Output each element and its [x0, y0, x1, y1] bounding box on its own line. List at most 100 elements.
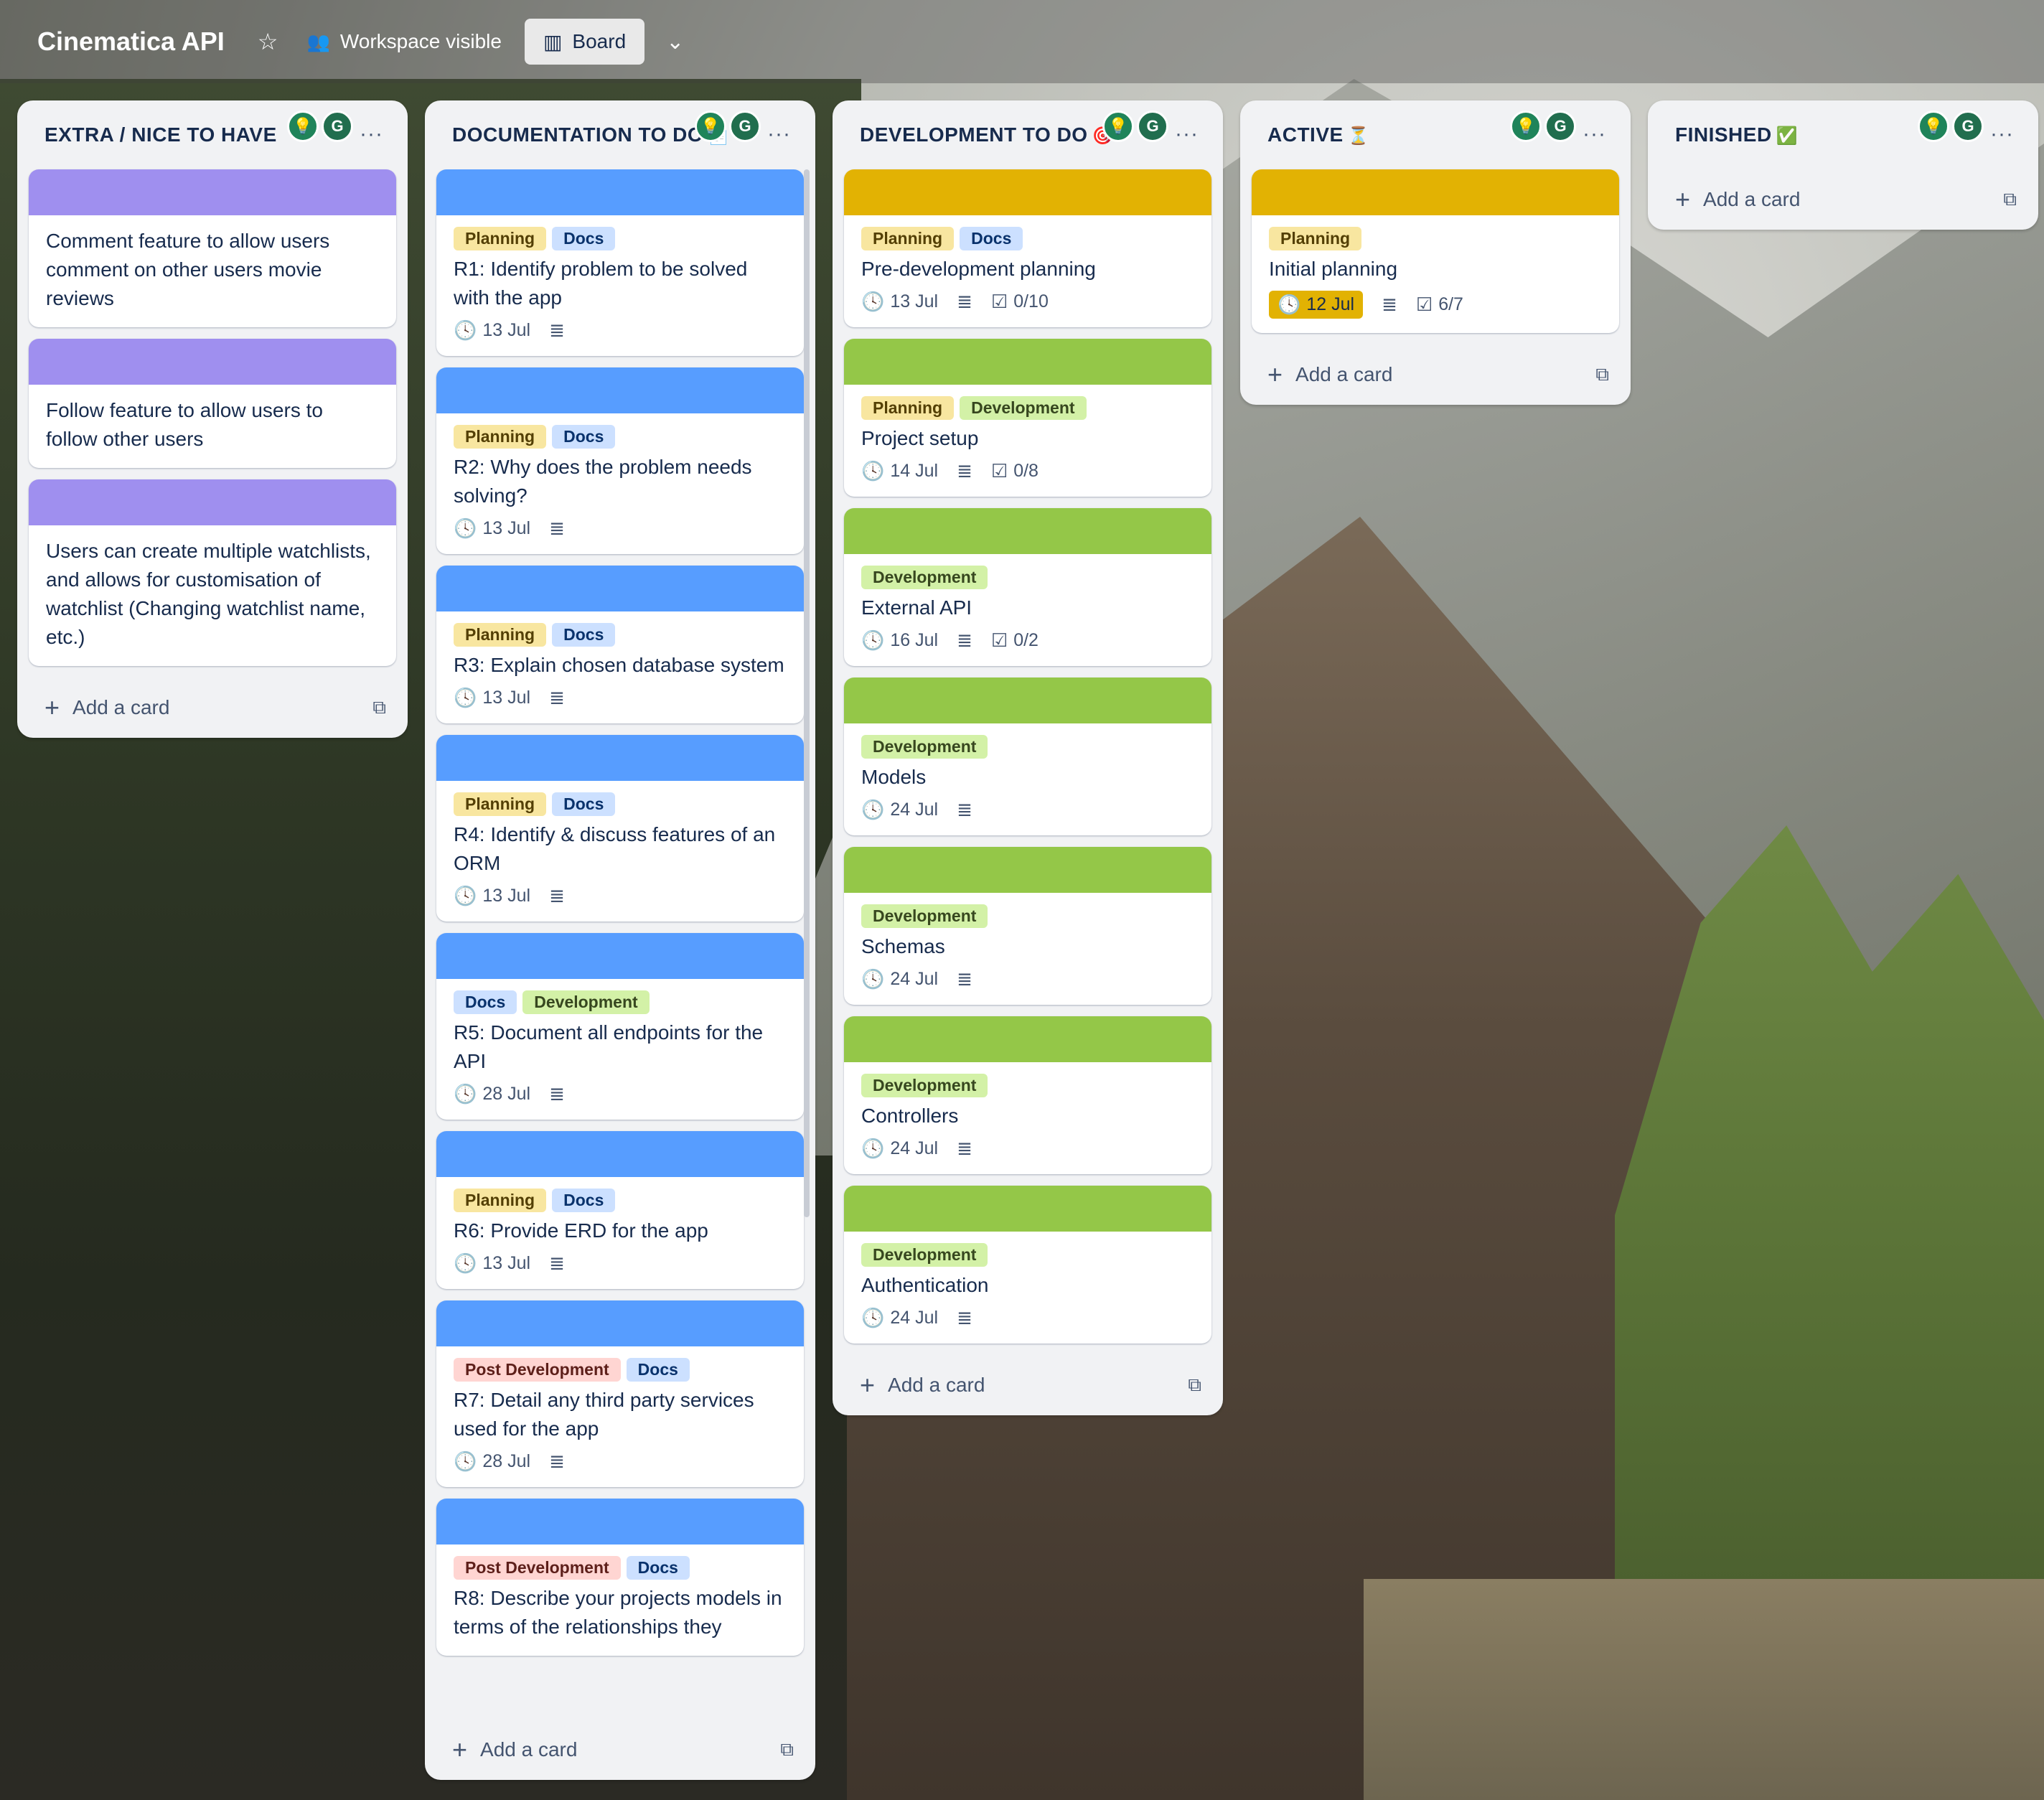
card[interactable]: Post Development Docs R7: Detail any third… [436, 1300, 804, 1487]
card[interactable]: Planning Docs Pre-development planning 🕓 13 … [844, 169, 1211, 327]
board-view-button[interactable]: ▥ Board [524, 19, 645, 65]
card[interactable]: Planning Docs R2: Why does the problem nee… [436, 367, 804, 554]
template-icon[interactable]: ⧉ [1188, 1374, 1201, 1397]
card-label[interactable]: Planning [454, 792, 547, 816]
card-cover [844, 1186, 1211, 1232]
card[interactable]: Planning Docs R4: Identify & discuss featu… [436, 735, 804, 922]
card[interactable]: Development Authentication 🕓 24 Jul ≣ [844, 1186, 1211, 1344]
card-label[interactable]: Development [861, 566, 988, 589]
card-label[interactable]: Planning [861, 227, 955, 250]
avatar[interactable]: G [322, 111, 353, 142]
card-title: Pre-development planning [861, 258, 1096, 280]
template-icon[interactable]: ⧉ [372, 696, 386, 719]
avatar[interactable]: G [1544, 111, 1576, 142]
card-label[interactable]: Post Development [454, 1358, 621, 1382]
card-label[interactable]: Docs [552, 1189, 616, 1212]
card-label[interactable]: Planning [454, 227, 547, 250]
card[interactable]: Post Development Docs R8: Describe your pr… [436, 1499, 804, 1656]
card[interactable]: Planning Development Project setup 🕓 14 Jul ≣… [844, 339, 1211, 497]
list-title[interactable]: FINISHED ✅ [1675, 123, 1798, 146]
list-title[interactable]: ACTIVE ⏳ [1267, 123, 1369, 146]
due-date-badge[interactable]: 🕓 24 Jul [861, 1138, 938, 1160]
card[interactable]: Planning Docs R6: Provide ERD for the app 🕓… [436, 1131, 804, 1289]
card-badges: 🕓 13 Jul ≣ [454, 319, 787, 342]
card[interactable]: Development Controllers 🕓 24 Jul ≣ [844, 1016, 1211, 1174]
card-label[interactable]: Planning [454, 425, 547, 449]
card[interactable]: Users can create multiple watchlists, an… [29, 479, 396, 666]
due-date-badge[interactable]: 🕓 14 Jul [861, 460, 938, 482]
due-date-badge[interactable]: 🕓 24 Jul [861, 1307, 938, 1329]
card-label[interactable]: Docs [626, 1358, 690, 1382]
due-date-badge[interactable]: 🕓 13 Jul [454, 319, 530, 342]
card-label[interactable]: Docs [552, 425, 616, 449]
card-label[interactable]: Planning [454, 1189, 547, 1212]
template-icon[interactable]: ⧉ [2003, 188, 2017, 211]
due-date-badge[interactable]: 🕓 13 Jul [454, 1252, 530, 1275]
add-card-button[interactable]: + Add a card ⧉ [17, 678, 408, 738]
due-date-badge[interactable]: 🕓 13 Jul [454, 885, 530, 907]
card-label[interactable]: Planning [454, 623, 547, 647]
list-menu-icon[interactable]: ··· [360, 122, 383, 146]
list-title[interactable]: DEVELOPMENT TO DO 🎯 [860, 123, 1114, 146]
card-label[interactable]: Development [861, 1074, 988, 1097]
template-icon[interactable]: ⧉ [1595, 363, 1609, 386]
add-card-button[interactable]: + Add a card ⧉ [833, 1355, 1223, 1415]
list-title[interactable]: EXTRA / NICE TO HAVE [44, 123, 277, 146]
list-menu-icon[interactable]: ··· [1990, 122, 2014, 146]
list-menu-icon[interactable]: ··· [1583, 122, 1606, 146]
card-label[interactable]: Development [522, 990, 650, 1014]
add-card-button[interactable]: + Add a card ⧉ [1240, 344, 1631, 405]
card-label[interactable]: Development [861, 904, 988, 928]
due-date-badge[interactable]: 🕓 24 Jul [861, 968, 938, 990]
card-list: Planning Initial planning 🕓 12 Jul ≣ ☑ 6/7 [1240, 169, 1631, 333]
visibility-button[interactable]: 👥 Workspace visible [306, 30, 502, 53]
card-label[interactable]: Docs [552, 792, 616, 816]
card[interactable]: Comment feature to allow users comment o… [29, 169, 396, 327]
card[interactable]: Development Models 🕓 24 Jul ≣ [844, 678, 1211, 835]
card-label[interactable]: Docs [454, 990, 517, 1014]
card-label[interactable]: Planning [861, 396, 955, 420]
card[interactable]: Follow feature to allow users to follow … [29, 339, 396, 468]
due-date-badge[interactable]: 🕓 13 Jul [454, 687, 530, 709]
card[interactable]: Docs Development R5: Document all endpoint… [436, 933, 804, 1120]
due-date-badge[interactable]: 🕓 16 Jul [861, 629, 938, 652]
add-card-button[interactable]: + Add a card ⧉ [1648, 169, 2038, 230]
due-date-badge[interactable]: 🕓 13 Jul [861, 291, 938, 313]
add-card-button[interactable]: + Add a card ⧉ [425, 1720, 815, 1780]
chevron-down-icon[interactable]: ⌄ [666, 29, 684, 55]
clock-icon: 🕓 [861, 1138, 885, 1159]
card-label[interactable]: Planning [1269, 227, 1362, 250]
avatar[interactable]: G [1952, 111, 1984, 142]
due-date-badge[interactable]: 🕓 28 Jul [454, 1083, 530, 1105]
list-menu-icon[interactable]: ··· [767, 122, 791, 146]
due-date-badge[interactable]: 🕓 13 Jul [454, 517, 530, 540]
due-date-badge[interactable]: 🕓 24 Jul [861, 799, 938, 821]
card-label[interactable]: Development [861, 735, 988, 759]
card-label[interactable]: Post Development [454, 1556, 621, 1580]
avatar[interactable]: G [729, 111, 761, 142]
board-title[interactable]: Cinematica API [37, 27, 225, 57]
card-label[interactable]: Development [960, 396, 1087, 420]
template-icon[interactable]: ⧉ [780, 1738, 794, 1761]
card[interactable]: Planning Initial planning 🕓 12 Jul ≣ ☑ 6/7 [1252, 169, 1619, 333]
clock-icon: 🕓 [454, 1450, 477, 1472]
card-label[interactable]: Docs [960, 227, 1023, 250]
card-label[interactable]: Development [861, 1243, 988, 1267]
checklist-badge: ☑ 6/7 [1416, 294, 1463, 316]
card[interactable]: Planning Docs R3: Explain chosen database … [436, 566, 804, 723]
card-body: Development Controllers 🕓 24 Jul ≣ [844, 1062, 1211, 1174]
card-label[interactable]: Docs [552, 227, 616, 250]
card-badges: 🕓 28 Jul ≣ [454, 1083, 787, 1105]
due-date-badge[interactable]: 🕓 12 Jul [1269, 291, 1364, 319]
avatar[interactable]: G [1137, 111, 1168, 142]
card-label[interactable]: Docs [626, 1556, 690, 1580]
list-menu-icon[interactable]: ··· [1175, 122, 1199, 146]
card-labels: Development [861, 1243, 1194, 1267]
card[interactable]: Planning Docs R1: Identify problem to be s… [436, 169, 804, 356]
card[interactable]: Development External API 🕓 16 Jul ≣ ☑ 0/2 [844, 508, 1211, 666]
card-label[interactable]: Docs [552, 623, 616, 647]
due-date-badge[interactable]: 🕓 28 Jul [454, 1450, 530, 1473]
card[interactable]: Development Schemas 🕓 24 Jul ≣ [844, 847, 1211, 1005]
star-icon[interactable]: ☆ [258, 28, 278, 55]
list-scrollbar[interactable] [804, 169, 810, 1217]
